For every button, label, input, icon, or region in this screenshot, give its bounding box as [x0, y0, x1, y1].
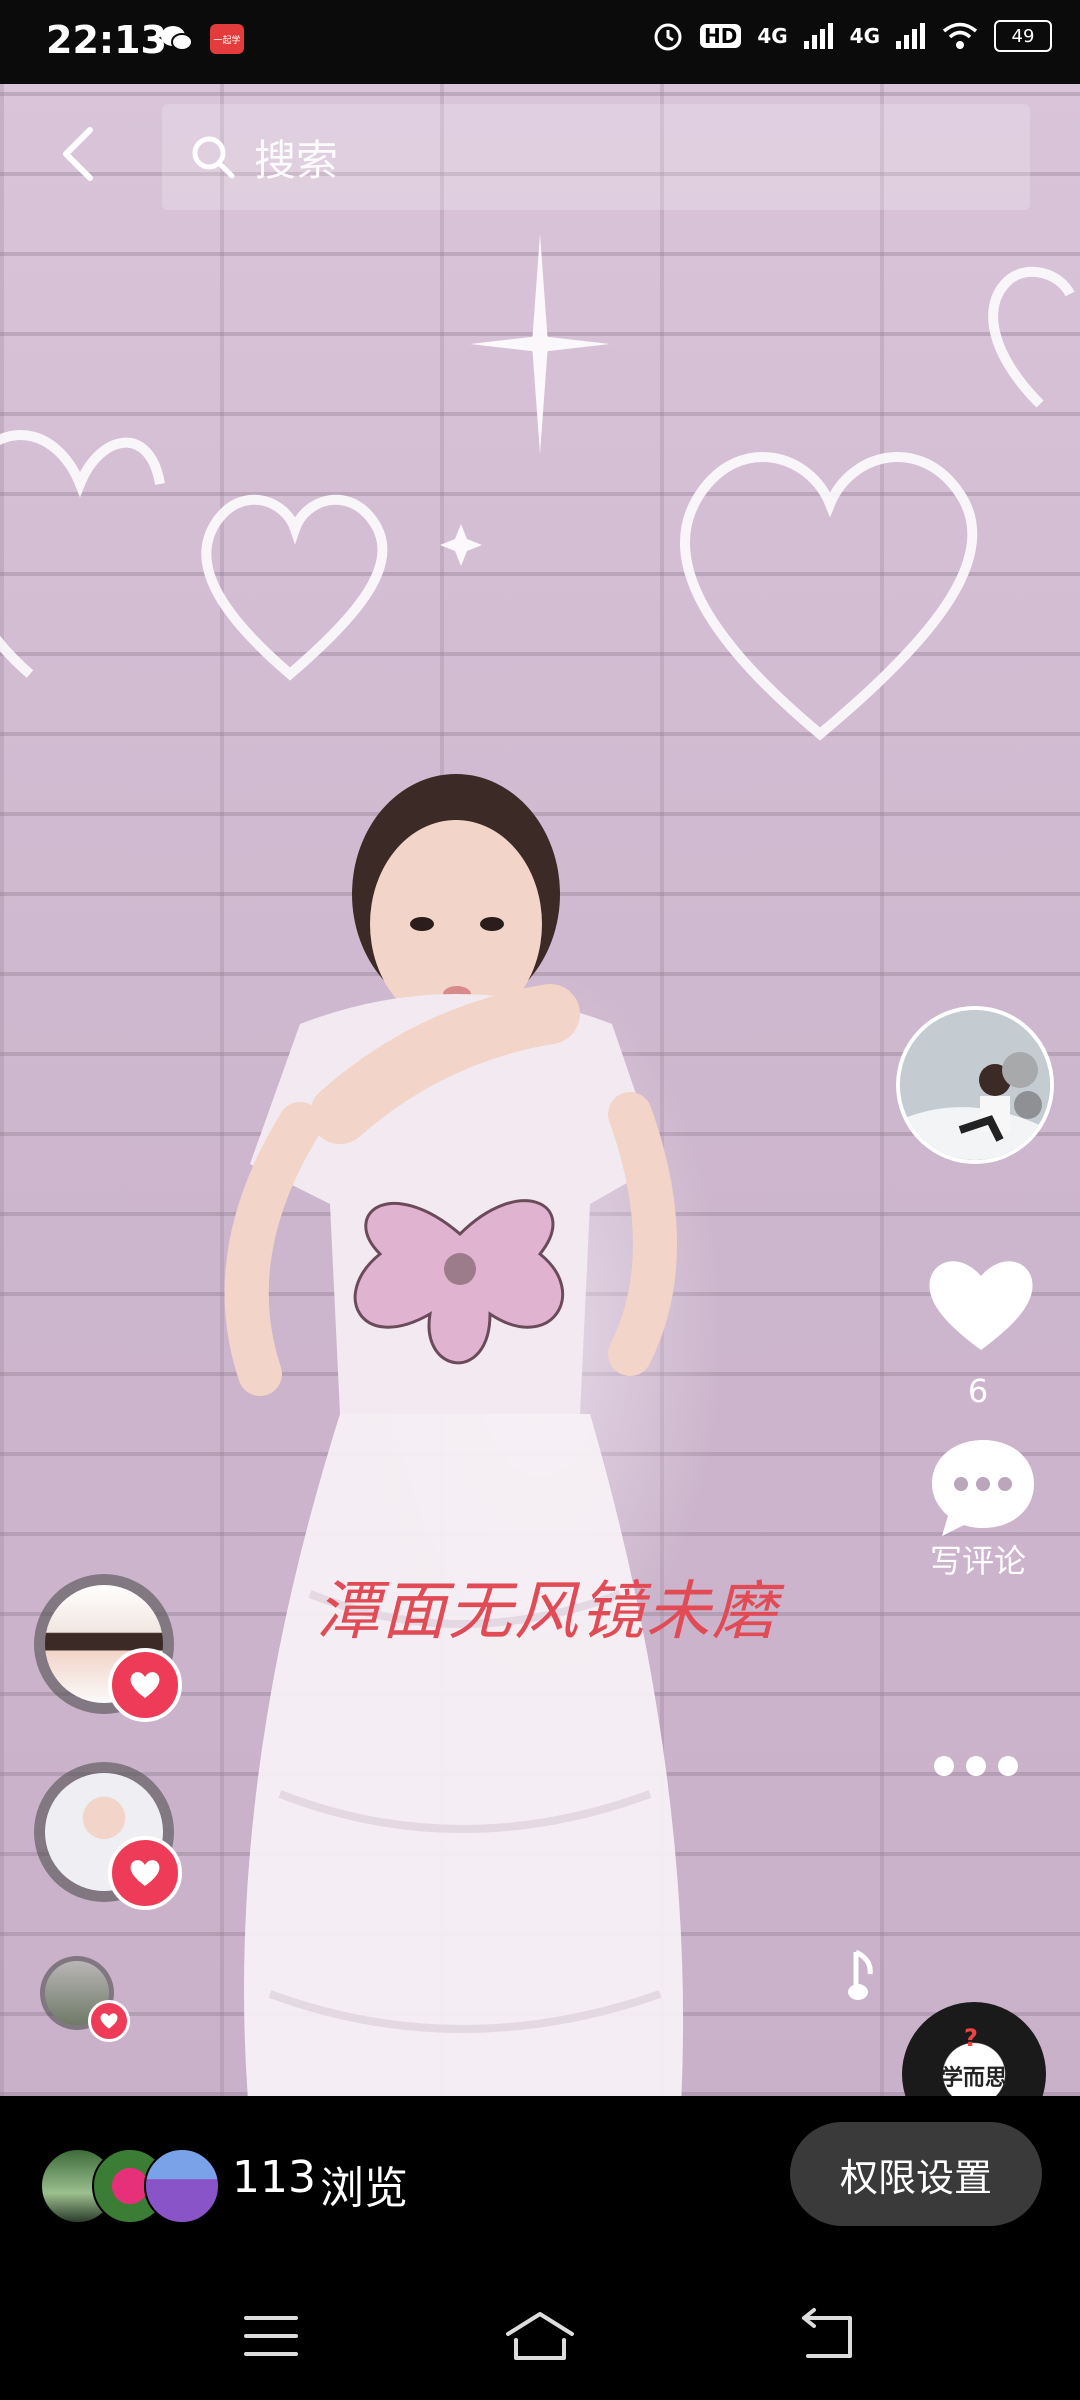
- liker-heart-badge: [88, 2000, 130, 2042]
- permission-settings-button[interactable]: 权限设置: [790, 2122, 1042, 2226]
- menu-icon[interactable]: [236, 2304, 306, 2368]
- signal-2-icon: [896, 23, 925, 49]
- back-nav-icon[interactable]: [790, 2304, 860, 2368]
- hd-label: HD: [699, 24, 742, 48]
- right-action-rail: 6 写评论 ? 学而思: [848, 924, 1066, 2096]
- music-disc-label: 学而思: [940, 2066, 1007, 2091]
- comment-label[interactable]: 写评论: [890, 1536, 1066, 1582]
- viewer-avatar: [144, 2148, 220, 2224]
- video-player[interactable]: 潭面无风镜未磨 搜索 6 写评论 ? 学而思: [0, 84, 1080, 2096]
- comment-icon[interactable]: [928, 1432, 1038, 1542]
- music-note-icon: [848, 1950, 873, 2000]
- liker-list: [30, 1574, 210, 2096]
- wifi-icon: [942, 22, 978, 49]
- alarm-icon: [654, 23, 682, 51]
- liker-avatar[interactable]: [34, 1574, 182, 1722]
- wechat-icon: [161, 26, 193, 51]
- status-notification-icons: 一起学: [160, 24, 244, 54]
- system-navigation-bar: [0, 2268, 1080, 2400]
- app-badge-text: 一起学: [213, 35, 241, 46]
- signal-1-icon: [803, 23, 833, 49]
- home-icon[interactable]: [502, 2304, 578, 2368]
- status-bar: 22:13 一起学 HD 4G 4G 49: [0, 0, 1080, 84]
- search-bar[interactable]: 搜索: [162, 104, 1030, 210]
- back-icon[interactable]: [50, 124, 110, 184]
- status-system-icons: HD 4G 4G 49: [652, 20, 1052, 52]
- music-disc[interactable]: ? 学而思: [902, 2002, 1046, 2096]
- video-subject-illustration: [224, 774, 684, 2096]
- status-time: 22:13: [46, 18, 167, 62]
- app-badge-icon: 一起学: [210, 24, 244, 54]
- disc-logo-icon: ?: [964, 2024, 978, 2052]
- author-avatar[interactable]: [896, 1006, 1054, 1164]
- views-label: 浏览: [320, 2163, 408, 2214]
- liker-avatar[interactable]: [34, 1762, 182, 1910]
- liker-heart-badge: [108, 1836, 182, 1910]
- network-2-label: 4G: [849, 24, 880, 48]
- battery-level: 49: [1011, 25, 1035, 47]
- search-icon: [192, 136, 235, 179]
- liker-heart-badge: [108, 1648, 182, 1722]
- video-caption: 潭面无风镜未磨: [316, 1575, 778, 1649]
- heart-icon: [130, 1672, 160, 1698]
- like-count: 6: [967, 1372, 989, 1410]
- heart-icon: [100, 2013, 118, 2029]
- liker-avatar[interactable]: [40, 1956, 130, 2042]
- heart-icon: [130, 1860, 160, 1886]
- author-avatar-image: [900, 1010, 1050, 1160]
- heart-icon[interactable]: [926, 1254, 1036, 1354]
- network-1-label: 4G: [757, 24, 788, 48]
- viewer-avatars[interactable]: [40, 2148, 220, 2224]
- bottom-info-bar: 113 浏览 权限设置: [0, 2096, 1080, 2268]
- battery-icon: 49: [994, 20, 1052, 52]
- search-placeholder: 搜索: [254, 135, 339, 185]
- more-icon[interactable]: [934, 1754, 1018, 1778]
- views-count: 113: [232, 2152, 316, 2203]
